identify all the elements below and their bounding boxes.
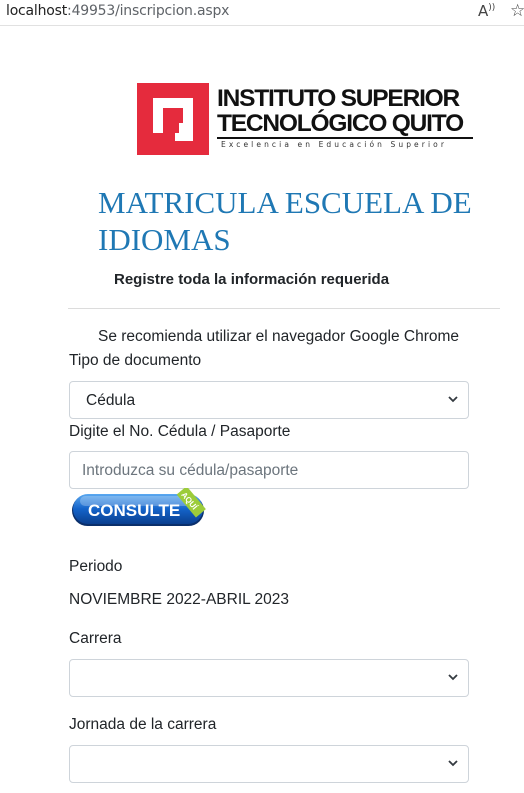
career-label: Carrera [69, 630, 122, 647]
career-select[interactable] [69, 659, 469, 697]
doc-type-select[interactable]: Cédula [69, 381, 469, 419]
star-icon[interactable]: ☆ [510, 1, 524, 21]
chevron-down-icon [448, 396, 458, 403]
period-label: Periodo [69, 558, 123, 575]
institute-logo: INSTITUTO SUPERIOR TECNOLÓGICO QUITO Exc… [137, 83, 477, 157]
doc-type-value: Cédula [86, 392, 136, 409]
divider [68, 308, 500, 309]
doc-number-placeholder: Introduzca su cédula/pasaporte [82, 462, 299, 479]
doc-number-input[interactable]: Introduzca su cédula/pasaporte [69, 451, 469, 489]
page-title: MATRICULA ESCUELA DE IDIOMAS [98, 185, 472, 257]
consult-label: CONSULTE [88, 501, 180, 520]
doc-number-label: Digite el No. Cédula / Pasaporte [69, 423, 291, 440]
chevron-down-icon [448, 760, 458, 767]
shift-label: Jornada de la carrera [69, 716, 217, 733]
logo-line2: TECNOLÓGICO QUITO [217, 110, 464, 137]
address-bar[interactable]: localhost:49953/inscripcion.aspx A)) ☆ [0, 0, 524, 26]
logo-rule [217, 137, 473, 139]
browser-recommendation: Se recomienda utilizar el navegador Goog… [98, 328, 460, 345]
logo-tagline: Excelencia en Educación Superior [221, 140, 448, 149]
url-text[interactable]: localhost:49953/inscripcion.aspx [6, 3, 229, 19]
period-value: NOVIEMBRE 2022-ABRIL 2023 [69, 591, 289, 608]
doc-type-label: Tipo de documento [69, 352, 202, 369]
read-aloud-icon[interactable]: A)) [478, 2, 495, 20]
page-subtitle: Registre toda la información requerida [114, 271, 390, 288]
logo-line1: INSTITUTO SUPERIOR [217, 85, 460, 112]
logo-mark-icon [137, 83, 209, 155]
shift-select[interactable] [69, 745, 469, 783]
chevron-down-icon [448, 674, 458, 681]
consult-button[interactable]: CONSULTE AQUÍ [70, 486, 212, 530]
